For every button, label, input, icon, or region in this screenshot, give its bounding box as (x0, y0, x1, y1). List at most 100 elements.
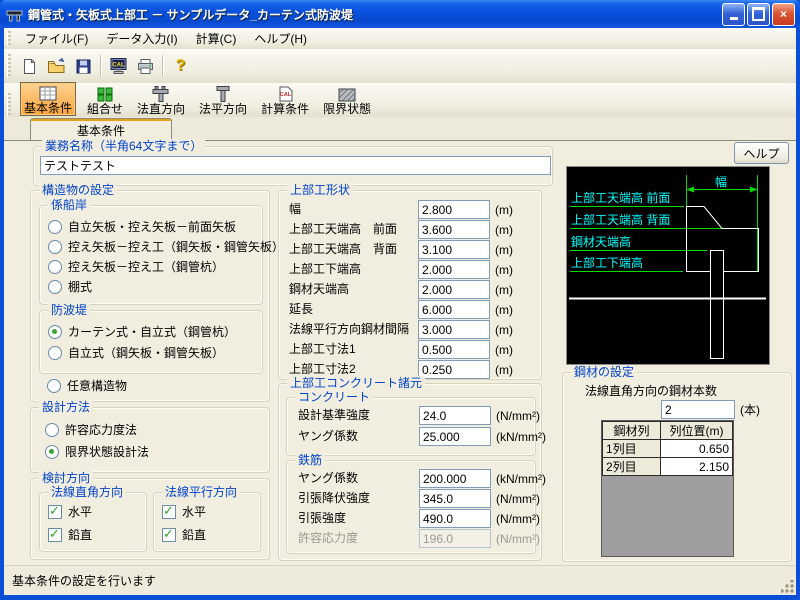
radio-mooring-option-1[interactable]: 自立矢板・控え矢板－前面矢板 (48, 218, 236, 235)
open-file-button[interactable] (44, 54, 69, 79)
maximize-icon (752, 7, 765, 21)
width-label: 幅 (289, 202, 301, 217)
radio-mooring-option-4[interactable]: 棚式 (48, 278, 92, 295)
nav-label: 計算条件 (261, 102, 309, 116)
project-name-input[interactable] (40, 156, 551, 175)
radio-icon (48, 220, 62, 234)
checkbox-parallel-vertical[interactable]: 鉛直 (162, 526, 206, 543)
close-button[interactable]: × (772, 3, 795, 26)
yield-strength-input[interactable] (419, 489, 491, 508)
help-question-icon: ? (176, 57, 186, 75)
crest-front-input[interactable] (418, 220, 490, 239)
nav-calc-conditions[interactable]: CAL 計算条件 (258, 84, 312, 116)
rebar-young-label: ヤング係数 (298, 471, 358, 486)
resize-grip[interactable] (781, 580, 794, 593)
concrete-subgroup: コンクリート 設計基準強度 (N/mm²) ヤング係数 (kN/mm²) (286, 397, 536, 456)
section-diagram: 幅 上部工天端高 前面 上部工天端高 背面 鋼材天端高 上部工下端高 (566, 166, 770, 365)
title-bar: 鋼管式・矢板式上部工 － サンプルデータ_カーテン式防波堤 × (0, 0, 800, 28)
printer-icon (136, 58, 155, 75)
nav-parallel-direction[interactable]: 法平方向 (196, 84, 250, 116)
bottom-height-input[interactable] (418, 260, 490, 279)
minimize-button[interactable] (722, 3, 745, 26)
checkbox-checked-icon (48, 505, 62, 519)
shape-group-label: 上部工形状 (287, 183, 353, 198)
window-title: 鋼管式・矢板式上部工 － サンプルデータ_カーテン式防波堤 (28, 6, 353, 23)
row-value-cell[interactable]: 0.650 (660, 440, 732, 458)
table-header-row: 鋼材列 列位置(m) (603, 422, 733, 440)
nav-limit-state[interactable]: 限界状態 (320, 84, 374, 116)
row-label: 1列目 (603, 440, 661, 458)
design-method-label: 設計方法 (39, 400, 93, 415)
rebar-subgroup-label: 鉄筋 (295, 453, 325, 468)
print-button[interactable] (133, 54, 158, 79)
radio-breakwater-curtain[interactable]: カーテン式・自立式（鋼管杭） (48, 323, 236, 340)
design-method-group: 設計方法 許容応力度法 限界状態設計法 (30, 407, 270, 473)
design-strength-input[interactable] (419, 406, 491, 425)
status-bar: 基本条件の設定を行います (4, 565, 796, 595)
radio-mooring-option-3[interactable]: 控え矢板－控え工（鋼管杭） (48, 258, 224, 275)
length-input[interactable] (418, 300, 490, 319)
help-button[interactable]: ヘルプ (734, 142, 789, 164)
crest-back-unit: (m) (495, 243, 513, 258)
nav-gripper (7, 93, 11, 117)
app-icon (6, 5, 24, 23)
rebar-young-input[interactable] (419, 469, 491, 488)
diagram-label-crest-front: 上部工天端高 前面 (571, 190, 670, 205)
app-window: 鋼管式・矢板式上部工 － サンプルデータ_カーテン式防波堤 × ファイル(F) … (0, 0, 800, 600)
dimension2-unit: (m) (495, 363, 513, 378)
crest-back-input[interactable] (418, 240, 490, 259)
rebar-subgroup: 鉄筋 ヤング係数 (kN/mm²) 引張降伏強度 (N/mm²) 引張強度 (N… (286, 460, 536, 554)
concrete-subgroup-label: コンクリート (295, 390, 373, 405)
diagram-label-width: 幅 (715, 174, 727, 189)
width-input[interactable] (418, 200, 490, 219)
dimension2-input[interactable] (418, 360, 490, 379)
structure-settings-label: 構造物の設定 (39, 183, 117, 198)
steel-count-input[interactable] (661, 400, 735, 419)
shape-group: 上部工形状 幅 (m) 上部工天端高 前面 (m) 上部工天端高 背面 (m) … (278, 190, 542, 380)
save-floppy-icon (75, 58, 92, 75)
steel-count-unit: (本) (740, 403, 760, 418)
table-row: 2列目 2.150 (603, 458, 733, 476)
checkbox-normal-vertical[interactable]: 鉛直 (48, 526, 92, 543)
tensile-strength-input[interactable] (419, 509, 491, 528)
row-value-cell[interactable]: 2.150 (660, 458, 732, 476)
radio-checked-icon (45, 445, 59, 459)
radio-limit-state-method[interactable]: 限界状態設計法 (45, 443, 149, 460)
menu-calc[interactable]: 計算(C) (187, 28, 246, 49)
column-header-steel-row: 鋼材列 (603, 422, 661, 440)
checkbox-parallel-horizontal[interactable]: 水平 (162, 503, 206, 520)
checkbox-normal-horizontal[interactable]: 水平 (48, 503, 92, 520)
radio-allowable-stress-method[interactable]: 許容応力度法 (45, 421, 137, 438)
menu-gripper (7, 31, 11, 46)
nav-normal-direction[interactable]: 法直方向 (134, 84, 188, 116)
new-file-button[interactable] (17, 54, 42, 79)
svg-text:CAL: CAL (112, 63, 125, 69)
calc-button[interactable]: CAL (106, 54, 131, 79)
menu-help[interactable]: ヘルプ(H) (245, 28, 316, 49)
menu-bar: ファイル(F) データ入力(I) 計算(C) ヘルプ(H) (4, 28, 796, 49)
checkbox-checked-icon (162, 528, 176, 542)
menu-data-input[interactable]: データ入力(I) (97, 28, 186, 49)
nav-basic-conditions[interactable]: 基本条件 (20, 82, 76, 116)
concrete-young-label: ヤング係数 (298, 429, 358, 444)
tensile-strength-label: 引張強度 (298, 511, 346, 526)
steel-spacing-input[interactable] (418, 320, 490, 339)
minimize-icon (730, 17, 738, 20)
save-button[interactable] (71, 54, 96, 79)
nav-combinations[interactable]: 組合せ (84, 84, 126, 116)
concrete-young-unit: (kN/mm²) (496, 430, 546, 445)
dimension1-input[interactable] (418, 340, 490, 359)
maximize-button[interactable] (747, 3, 770, 26)
radio-breakwater-selfstanding[interactable]: 自立式（鋼矢板・鋼管矢板） (48, 344, 224, 361)
concrete-young-input[interactable] (419, 427, 491, 446)
help-toolbar-button[interactable]: ? (168, 54, 193, 79)
concrete-properties-label: 上部工コンクリート諸元 (287, 376, 425, 391)
radio-arbitrary-structure[interactable]: 任意構造物 (47, 377, 127, 394)
menu-file[interactable]: ファイル(F) (16, 28, 97, 49)
column-header-position: 列位置(m) (660, 422, 732, 440)
steel-top-input[interactable] (418, 280, 490, 299)
status-text: 基本条件の設定を行います (12, 572, 156, 589)
radio-mooring-option-2[interactable]: 控え矢板－控え工（鋼矢板・鋼管矢板） (48, 238, 284, 255)
checkbox-checked-icon (162, 505, 176, 519)
normal-direction-label: 法線直角方向 (48, 485, 126, 500)
